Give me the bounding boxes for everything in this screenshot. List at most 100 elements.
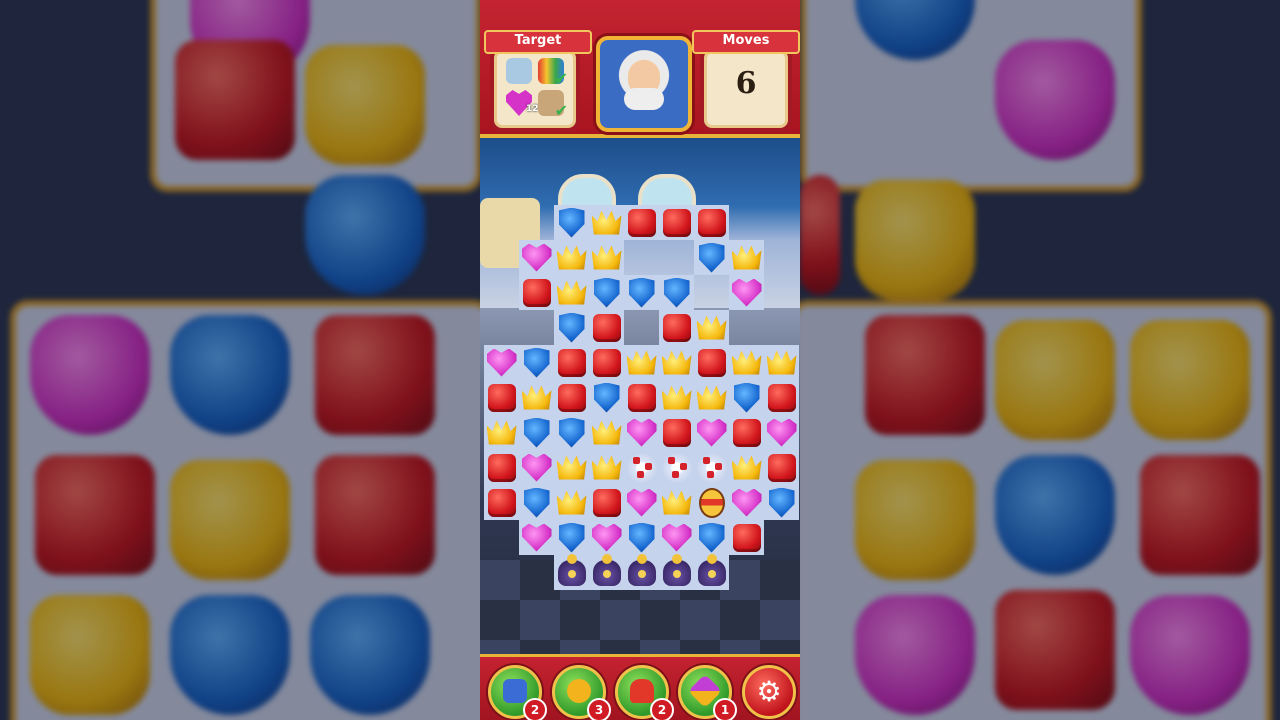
board-cell[interactable]	[764, 345, 799, 380]
board-cell[interactable]	[764, 450, 799, 485]
pink-gem-piece	[731, 278, 762, 307]
board-cell[interactable]	[659, 380, 694, 415]
treasure-bag-piece	[697, 553, 726, 586]
jester-booster[interactable]: 1	[678, 665, 737, 720]
board-cell[interactable]	[729, 240, 764, 275]
board-cell[interactable]	[624, 553, 659, 590]
board-cell[interactable]	[694, 450, 729, 485]
board-cell[interactable]	[554, 310, 589, 345]
board-cell[interactable]	[519, 415, 554, 450]
hammer-booster[interactable]: 2	[488, 665, 547, 720]
board-cell[interactable]	[729, 415, 764, 450]
pink-gem-piece	[486, 348, 517, 377]
board-cell[interactable]	[694, 240, 729, 275]
settings-button[interactable]: ⚙	[742, 665, 796, 719]
glove-booster[interactable]: 3	[552, 665, 611, 720]
board-cell[interactable]	[694, 415, 729, 450]
board-cell[interactable]	[484, 485, 519, 520]
board-cell[interactable]	[729, 450, 764, 485]
board-cell[interactable]	[554, 520, 589, 555]
yellow-crown-piece	[486, 420, 517, 445]
board-cell[interactable]	[519, 275, 554, 310]
board-cell[interactable]	[659, 450, 694, 485]
board-cell[interactable]	[589, 380, 624, 415]
pink-gem-piece	[766, 418, 797, 447]
hydrant-booster[interactable]: 2	[615, 665, 674, 720]
board-cell[interactable]	[764, 485, 799, 520]
board-cell[interactable]	[554, 380, 589, 415]
board-cell[interactable]	[589, 450, 624, 485]
board-cell[interactable]	[624, 485, 659, 520]
board-cell[interactable]	[519, 485, 554, 520]
board-cell[interactable]	[554, 345, 589, 380]
board-cell[interactable]	[554, 553, 589, 590]
treasure-bag-piece	[662, 553, 691, 586]
board-cell[interactable]	[694, 380, 729, 415]
pink-gem-piece	[521, 453, 552, 482]
board-cell[interactable]	[484, 415, 519, 450]
board-cell[interactable]	[589, 310, 624, 345]
board-cell[interactable]	[519, 345, 554, 380]
board-cell[interactable]	[694, 345, 729, 380]
board-cell[interactable]	[554, 415, 589, 450]
board-cell[interactable]	[589, 553, 624, 590]
board-cell[interactable]	[554, 240, 589, 275]
yellow-crown-piece	[591, 245, 622, 270]
board-cell[interactable]	[729, 345, 764, 380]
board-cell[interactable]	[589, 520, 624, 555]
board-cell[interactable]	[659, 553, 694, 590]
pink-gem-piece	[731, 488, 762, 517]
board-cell[interactable]	[519, 520, 554, 555]
board-cell[interactable]	[554, 450, 589, 485]
board-cell[interactable]	[624, 520, 659, 555]
board-cell[interactable]	[729, 380, 764, 415]
red-box-piece	[487, 453, 516, 482]
board-cell[interactable]	[764, 380, 799, 415]
gear-icon: ⚙	[756, 675, 782, 708]
board-cell[interactable]	[694, 553, 729, 590]
board-cell[interactable]	[659, 415, 694, 450]
board-cell[interactable]	[624, 380, 659, 415]
board-cell[interactable]	[589, 275, 624, 310]
board-cell[interactable]	[589, 205, 624, 240]
board-cell[interactable]	[659, 345, 694, 380]
board-cell[interactable]	[554, 485, 589, 520]
red-box-piece	[592, 348, 621, 377]
board-cell[interactable]	[624, 450, 659, 485]
board-cell[interactable]	[694, 205, 729, 240]
board-cell[interactable]	[659, 205, 694, 240]
blue-shield-piece	[558, 207, 585, 238]
board-cell[interactable]	[589, 345, 624, 380]
board-cell[interactable]	[729, 520, 764, 555]
board-cell[interactable]	[624, 345, 659, 380]
board-cell[interactable]	[694, 520, 729, 555]
board-cell[interactable]	[589, 240, 624, 275]
board-cell[interactable]	[519, 380, 554, 415]
red-box-piece	[592, 313, 621, 342]
board-cell[interactable]	[519, 450, 554, 485]
board-cell[interactable]	[659, 520, 694, 555]
board-cell[interactable]	[519, 240, 554, 275]
board-cell[interactable]	[659, 310, 694, 345]
moves-counter: 6	[735, 66, 757, 101]
yellow-crown-piece	[556, 280, 587, 305]
board-cell[interactable]	[624, 415, 659, 450]
board-cell[interactable]	[659, 485, 694, 520]
board-cell[interactable]	[694, 310, 729, 345]
board-cell[interactable]	[554, 205, 589, 240]
board-cell[interactable]	[484, 345, 519, 380]
board-cell[interactable]	[764, 415, 799, 450]
board-cell[interactable]	[554, 275, 589, 310]
board-cell[interactable]	[694, 485, 729, 520]
board-cell[interactable]	[624, 205, 659, 240]
board-cell[interactable]	[729, 275, 764, 310]
board-cell[interactable]	[589, 485, 624, 520]
explosion-effect	[626, 452, 657, 483]
board-cell[interactable]	[484, 450, 519, 485]
board-cell[interactable]	[589, 415, 624, 450]
board-cell[interactable]	[659, 275, 694, 310]
board-cell[interactable]	[484, 380, 519, 415]
board-cell[interactable]	[729, 485, 764, 520]
moves-label: Moves	[692, 30, 800, 54]
board-cell[interactable]	[624, 275, 659, 310]
